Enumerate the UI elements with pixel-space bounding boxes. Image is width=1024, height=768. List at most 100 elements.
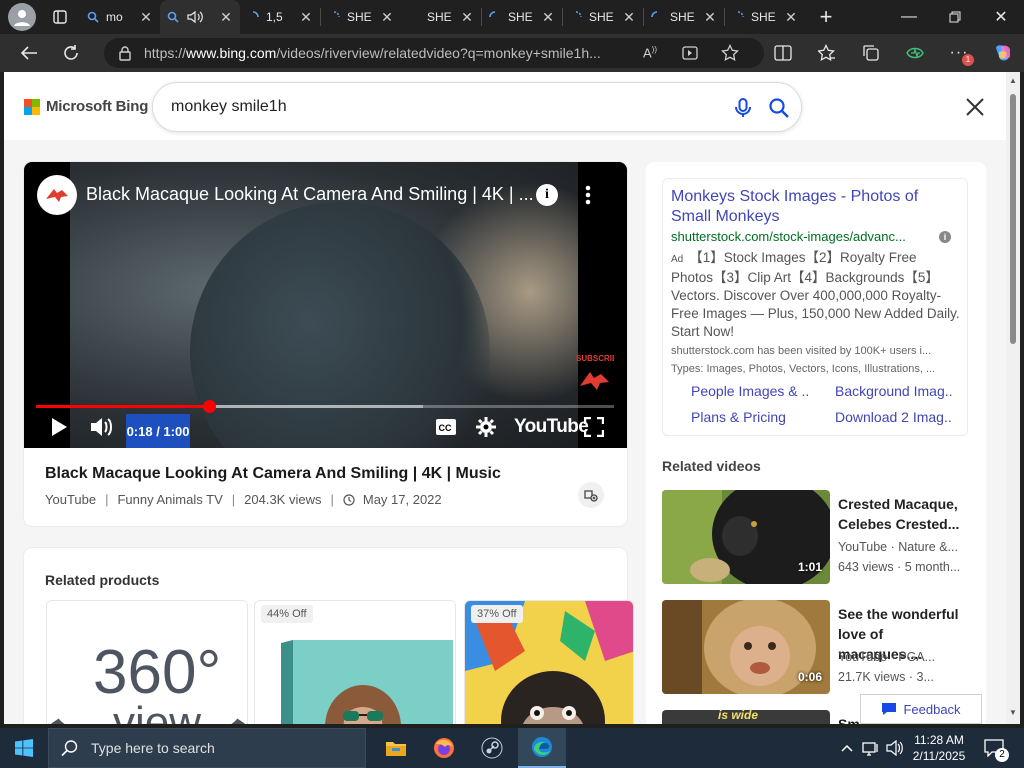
steam-button[interactable] [468,728,516,768]
ad-sitelink[interactable]: People Images & ... [691,383,809,399]
file-explorer-button[interactable] [372,728,420,768]
bing-page: Microsoft Bing Black Macaque Looking At … [4,72,1006,724]
play-button[interactable] [46,414,72,440]
close-tab-icon[interactable]: ✕ [540,9,556,25]
address-bar[interactable]: https://www.bing.com/videos/riverview/re… [104,38,764,68]
close-tab-icon[interactable]: ✕ [379,9,395,25]
video-overlay-title[interactable]: Black Macaque Looking At Camera And Smil… [86,184,536,205]
profile-avatar[interactable] [8,3,36,31]
play-icon [52,418,67,436]
settings-more-icon[interactable]: ··· 1 [944,38,974,68]
copilot-icon[interactable] [988,38,1018,68]
speaker-icon[interactable] [186,10,204,24]
youtube-logo[interactable]: YouTube [514,416,589,438]
app-available-icon[interactable] [680,43,700,63]
close-tab-icon[interactable]: ✕ [218,9,234,25]
info-icon[interactable]: i [536,184,558,206]
more-options-icon[interactable] [582,182,594,208]
subscribe-watermark-icon[interactable]: SUBSCRIBE [574,352,614,396]
ad-info-icon[interactable]: i [939,231,951,243]
related-video-item[interactable]: 0:06 See the wonderful love of macaques.… [662,600,982,696]
related-video-thumbnail[interactable]: is wide [662,710,830,724]
ad-sitelink[interactable]: Background Imag... [835,383,953,399]
lock-icon[interactable] [118,45,132,61]
feedback-button[interactable]: Feedback [860,694,982,724]
video-channel[interactable]: Funny Animals TV [117,492,222,507]
svg-text:SUBSCRIBE: SUBSCRIBE [576,354,614,363]
network-button[interactable] [860,728,882,768]
close-tab-icon[interactable]: ✕ [621,9,637,25]
tab-2-active[interactable]: ✕ [160,0,240,34]
video-source[interactable]: YouTube [45,492,96,507]
close-tab-icon[interactable]: ✕ [138,9,154,25]
channel-avatar[interactable] [37,175,77,215]
video-player[interactable]: Black Macaque Looking At Camera And Smil… [24,162,627,448]
video-progress-bar[interactable] [36,400,614,413]
tab-1[interactable]: mo ✕ [80,0,160,34]
steam-icon [481,737,503,759]
tab-5[interactable]: SHE ✕ [401,0,481,34]
scroll-up-icon[interactable]: ▲ [1008,76,1018,86]
close-tab-icon[interactable]: ✕ [459,9,475,25]
ad-sitelink[interactable]: Plans & Pricing [691,409,809,425]
microphone-icon[interactable] [731,96,755,120]
related-video-thumbnail[interactable]: 1:01 [662,490,830,584]
volume-button[interactable] [86,414,116,440]
notifications-button[interactable]: 2 [980,728,1009,768]
edge-button[interactable] [518,728,566,768]
ad-title-link[interactable]: Monkeys Stock Images - Photos of Small M… [671,187,961,227]
split-screen-icon[interactable] [768,38,798,68]
fullscreen-button[interactable] [582,414,606,440]
tab-3[interactable]: 1,5 ✕ [240,0,320,34]
captions-button[interactable]: CC [434,414,458,440]
tab-7[interactable]: SHE ✕ [563,0,643,34]
tab-3-label: 1,5 [266,10,283,24]
refresh-button[interactable] [56,38,86,68]
chevron-up-icon [841,744,853,752]
favorite-star-icon[interactable] [720,43,740,63]
settings-button[interactable] [474,414,498,440]
search-input[interactable] [171,95,671,119]
favorites-icon[interactable] [812,38,842,68]
ad-url[interactable]: shutterstock.com/stock-images/advanc... [671,229,941,244]
show-hidden-icons-button[interactable] [836,728,858,768]
new-tab-button[interactable]: + [811,2,841,32]
collections-icon[interactable] [856,38,886,68]
firefox-button[interactable] [420,728,468,768]
ad-sitelink[interactable]: Download 2 Imag... [835,409,953,425]
performance-icon[interactable] [900,38,930,68]
tab-6[interactable]: SHE ✕ [482,0,562,34]
tab-9[interactable]: SHE ✕ [725,0,805,34]
related-video-item[interactable]: 1:01 Crested Macaque, Celebes Crested...… [662,490,982,586]
back-button[interactable] [14,38,44,68]
product-item[interactable]: 360° view [46,600,248,724]
microsoft-bing-logo[interactable]: Microsoft Bing [24,98,148,115]
search-icon[interactable] [767,96,791,120]
close-window-button[interactable]: ✕ [978,0,1024,34]
product-item[interactable]: 37% Off [464,600,634,724]
volume-button[interactable] [884,728,906,768]
close-tab-icon[interactable]: ✕ [298,9,314,25]
related-video-thumbnail[interactable]: 0:06 [662,600,830,694]
page-scrollbar[interactable]: ▲ ▼ [1006,72,1020,724]
close-tab-icon[interactable]: ✕ [702,9,718,25]
taskbar-clock[interactable]: 11:28 AM 2/11/2025 [904,732,974,764]
video-title[interactable]: Black Macaque Looking At Camera And Smil… [45,465,501,483]
product-item[interactable]: 44% Off [254,600,456,724]
restore-button[interactable] [932,0,978,34]
tab-8[interactable]: SHE ✕ [644,0,724,34]
scrollbar-thumb[interactable] [1010,94,1016,344]
read-aloud-icon[interactable]: A)) [640,43,660,63]
tab-4[interactable]: SHE ✕ [321,0,401,34]
back-arrow-icon [20,46,37,60]
share-button[interactable] [578,482,604,508]
start-button[interactable] [0,728,48,768]
scroll-down-icon[interactable]: ▼ [1008,708,1018,718]
close-icon[interactable] [962,94,988,120]
close-tab-icon[interactable]: ✕ [783,9,799,25]
taskbar-search[interactable]: Type here to search [48,728,366,768]
related-video-title[interactable]: Crested Macaque, Celebes Crested... [838,494,968,534]
tab-actions-button[interactable] [46,3,74,31]
tab-5-label: SHE [427,10,452,24]
minimize-button[interactable]: — [886,0,932,34]
